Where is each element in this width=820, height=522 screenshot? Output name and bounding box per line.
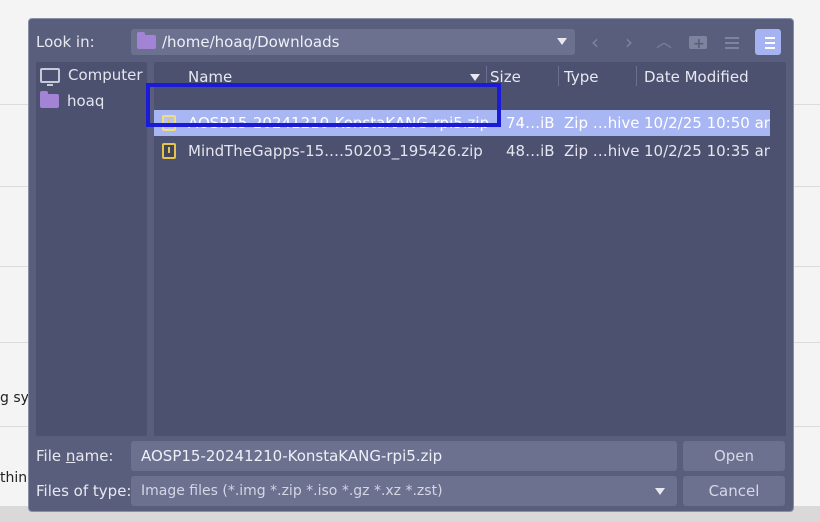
look-in-path-combo[interactable]: /home/hoaq/Downloads [131, 29, 575, 55]
column-header-date-modified[interactable]: Date Modified [644, 68, 749, 86]
file-size-cell: 48…iB [506, 142, 555, 160]
column-header-size[interactable]: Size [490, 68, 521, 86]
file-date-cell: 10/2/25 10:35 am [644, 142, 779, 160]
file-name-cell: MindTheGapps-15.…50203_195426.zip [188, 142, 483, 160]
files-of-type-label: Files of type: [36, 482, 132, 500]
file-name-input[interactable]: AOSP15-20241210-KonstaKANG-rpi5.zip [131, 441, 677, 471]
file-date-cell: 10/2/25 10:50 am [644, 114, 779, 132]
file-type-value: Image files (*.img *.zip *.iso *.gz *.xz… [141, 483, 443, 499]
sidebar-item-label: hoaq [67, 92, 105, 110]
new-folder-button[interactable] [685, 29, 711, 57]
background-text: g sy [0, 390, 29, 406]
detail-view-button[interactable] [755, 29, 781, 55]
chevron-right-icon: › [625, 30, 633, 54]
list-view-icon [725, 37, 739, 52]
scrollbar[interactable] [770, 90, 786, 436]
file-name-cell: AOSP15-20241210-KonstaKANG-rpi5.zip [188, 114, 490, 132]
current-path: /home/hoaq/Downloads [162, 33, 340, 51]
column-header-name[interactable]: Name [188, 68, 232, 86]
column-divider[interactable] [636, 66, 637, 86]
file-type-cell: Zip …hive [564, 114, 640, 132]
file-type-cell: Zip …hive [564, 142, 640, 160]
column-divider[interactable] [486, 66, 487, 86]
cancel-button[interactable]: Cancel [683, 476, 785, 506]
column-header-type[interactable]: Type [564, 68, 598, 86]
folder-icon [40, 91, 59, 108]
file-list-header: Name Size Type Date Modified [154, 62, 786, 90]
sidebar-item-hoaq[interactable]: hoaq [40, 91, 105, 110]
sidebar-item-computer[interactable]: Computer [40, 66, 143, 86]
new-folder-icon [689, 31, 707, 57]
file-type-combo[interactable]: Image files (*.img *.zip *.iso *.gz *.xz… [131, 476, 677, 506]
sidebar-item-label: Computer [68, 66, 143, 84]
file-row[interactable]: MindTheGapps-15.…50203_195426.zip 48…iB … [154, 138, 778, 164]
list-view-button[interactable] [719, 29, 745, 55]
chevron-down-icon [655, 488, 665, 495]
forward-button[interactable]: › [616, 29, 642, 55]
computer-icon [40, 67, 60, 86]
open-button[interactable]: Open [683, 441, 785, 471]
look-in-label: Look in: [36, 33, 95, 51]
file-name-label: File name: [36, 447, 114, 465]
file-size-cell: 74…iB [506, 114, 555, 132]
parent-directory-button[interactable]: ︿ [651, 29, 677, 55]
detail-view-icon [761, 37, 775, 52]
zip-archive-icon [162, 143, 176, 159]
chevron-up-icon: ︿ [655, 32, 672, 51]
places-sidebar: Computer hoaq [36, 62, 147, 436]
file-open-dialog: Look in: /home/hoaq/Downloads ‹ › ︿ Comp… [28, 18, 794, 512]
chevron-down-icon [557, 38, 567, 45]
file-list: Name Size Type Date Modified AOSP15-2024… [154, 62, 786, 436]
zip-archive-icon [162, 115, 176, 131]
file-row[interactable]: AOSP15-20241210-KonstaKANG-rpi5.zip 74…i… [154, 110, 778, 136]
back-button[interactable]: ‹ [582, 29, 608, 55]
chevron-left-icon: ‹ [591, 30, 599, 54]
folder-icon [137, 32, 156, 49]
sort-descending-icon [470, 74, 480, 81]
background-text: thin [0, 470, 28, 486]
column-divider[interactable] [558, 66, 559, 86]
